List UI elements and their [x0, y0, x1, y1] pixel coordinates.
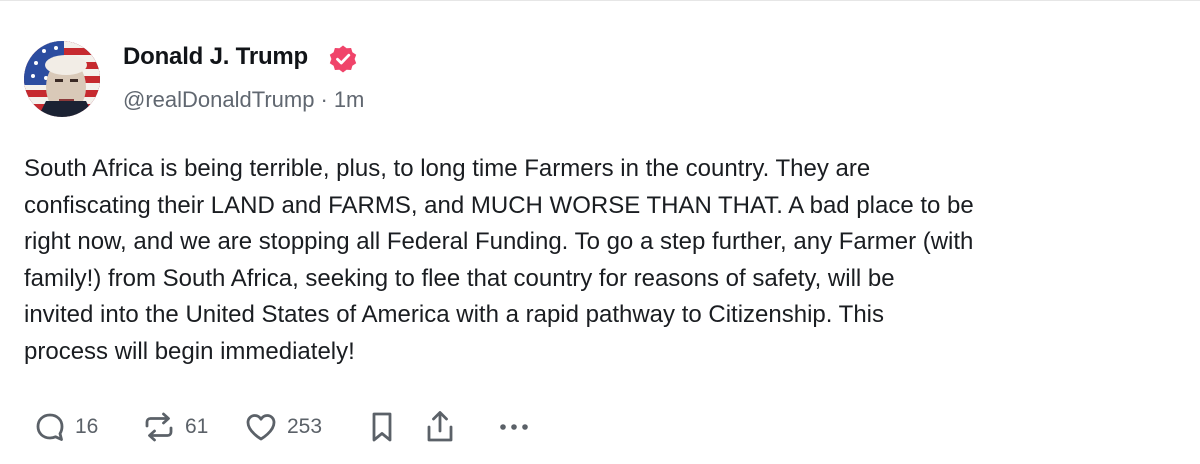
repost-button[interactable]: 61 — [142, 411, 244, 443]
avatar-image — [24, 41, 100, 117]
author-meta: @realDonaldTrump · 1m — [123, 87, 364, 113]
verified-badge-icon — [329, 45, 357, 73]
action-bar: 16 61 253 — [34, 405, 530, 449]
author-name[interactable]: Donald J. Trump — [123, 43, 308, 71]
author-handle[interactable]: @realDonaldTrump — [123, 87, 314, 112]
share-button[interactable] — [424, 409, 498, 445]
more-icon — [500, 424, 528, 430]
post-card: Donald J. Trump @realDonaldTrump · 1m Sout… — [0, 0, 1200, 464]
like-icon — [246, 414, 276, 441]
bookmark-icon — [372, 412, 392, 442]
more-options-button[interactable] — [498, 421, 530, 433]
meta-separator: · — [320, 87, 328, 112]
avatar[interactable] — [24, 41, 100, 117]
repost-icon — [145, 412, 173, 442]
reply-count: 16 — [75, 415, 99, 438]
post-text: South Africa is being terrible, plus, to… — [24, 155, 974, 365]
bookmark-button[interactable] — [367, 410, 424, 444]
share-icon — [427, 411, 453, 442]
reply-icon — [36, 413, 64, 441]
post-timestamp[interactable]: 1m — [334, 87, 365, 112]
reply-button[interactable]: 16 — [34, 411, 142, 443]
repost-count: 61 — [185, 415, 209, 438]
like-button[interactable]: 253 — [244, 411, 367, 443]
like-count: 253 — [287, 415, 323, 438]
